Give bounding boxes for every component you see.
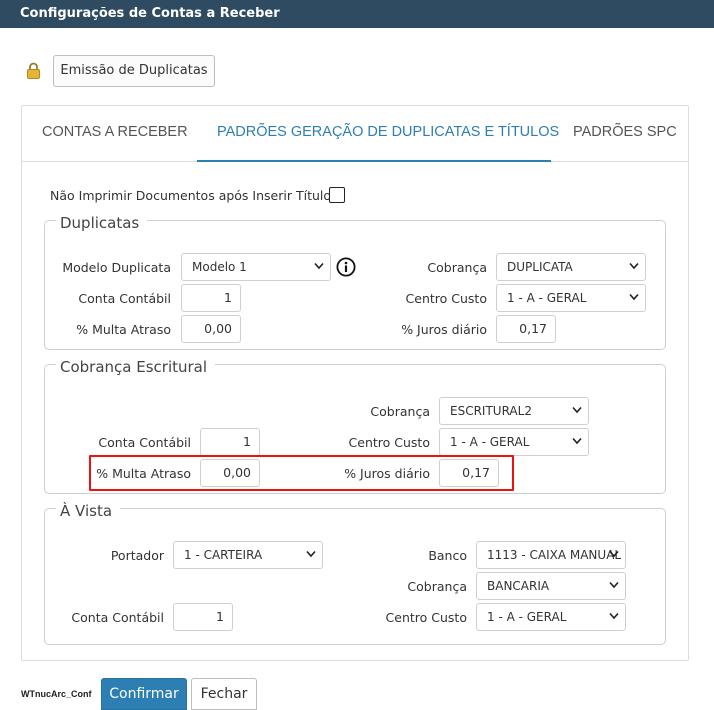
duplicatas-conta-input[interactable]: 1 — [181, 284, 241, 312]
banco-value: 1113 - CAIXA MANUAL — [487, 548, 622, 562]
escritural-conta-input[interactable]: 1 — [200, 428, 260, 456]
modelo-duplicata-select[interactable]: Modelo 1 — [181, 253, 331, 281]
chevron-down-icon — [572, 406, 582, 414]
duplicatas-conta-label: Conta Contábil — [78, 291, 171, 306]
a-vista-conta-label: Conta Contábil — [71, 610, 164, 625]
escritural-legend: Cobrança Escritural — [56, 358, 216, 376]
chevron-down-icon — [609, 550, 619, 558]
active-tab-indicator — [197, 160, 551, 162]
close-button[interactable]: Fechar — [191, 678, 257, 710]
duplicatas-centro-select[interactable]: 1 - A - GERAL — [496, 284, 646, 312]
banco-label: Banco — [428, 548, 467, 563]
a-vista-cobranca-select[interactable]: BANCARIA — [476, 572, 626, 600]
chevron-down-icon — [314, 262, 324, 270]
modelo-duplicata-value: Modelo 1 — [192, 260, 247, 274]
duplicatas-cobranca-select[interactable]: DUPLICATA — [496, 253, 646, 281]
portador-select[interactable]: 1 - CARTEIRA — [173, 541, 323, 569]
duplicatas-multa-label: % Multa Atraso — [76, 322, 171, 337]
a-vista-centro-value: 1 - A - GERAL — [487, 610, 567, 624]
duplicatas-centro-value: 1 - A - GERAL — [507, 291, 587, 305]
chevron-down-icon — [629, 293, 639, 301]
escritural-centro-value: 1 - A - GERAL — [450, 435, 530, 449]
issue-duplicates-button[interactable]: Emissão de Duplicatas — [53, 55, 215, 87]
escritural-cobranca-value: ESCRITURAL2 — [450, 404, 532, 418]
duplicatas-juros-label: % Juros diário — [401, 322, 487, 337]
portador-label: Portador — [110, 548, 164, 563]
duplicatas-cobranca-value: DUPLICATA — [507, 260, 573, 274]
form-code: WTnucArc_Conf — [21, 689, 92, 699]
a-vista-legend: À Vista — [56, 502, 121, 520]
escritural-centro-select[interactable]: 1 - A - GERAL — [439, 428, 589, 456]
a-vista-conta-input[interactable]: 1 — [173, 603, 233, 631]
escritural-centro-label: Centro Custo — [348, 435, 430, 450]
duplicatas-centro-label: Centro Custo — [405, 291, 487, 306]
tab-contas-a-receber[interactable]: CONTAS A RECEBER — [42, 124, 188, 140]
escritural-cobranca-label: Cobrança — [370, 404, 430, 419]
info-icon[interactable] — [336, 257, 356, 277]
no-print-label: Não Imprimir Documentos após Inserir Tít… — [50, 188, 332, 203]
duplicatas-juros-input[interactable]: 0,17 — [496, 315, 556, 343]
banco-select[interactable]: 1113 - CAIXA MANUAL — [476, 541, 626, 569]
tab-padroes-spc[interactable]: PADRÕES SPC — [573, 124, 677, 140]
a-vista-cobranca-value: BANCARIA — [487, 579, 550, 593]
tab-padroes-duplicatas[interactable]: PADRÕES GERAÇÃO DE DUPLICATAS E TÍTULOS — [217, 124, 559, 140]
escritural-conta-label: Conta Contábil — [98, 435, 191, 450]
duplicatas-multa-input[interactable]: 0,00 — [181, 315, 241, 343]
duplicatas-legend: Duplicatas — [56, 214, 148, 232]
highlight-box — [89, 455, 514, 491]
chevron-down-icon — [306, 550, 316, 558]
a-vista-centro-select[interactable]: 1 - A - GERAL — [476, 603, 626, 631]
chevron-down-icon — [572, 437, 582, 445]
modelo-duplicata-label: Modelo Duplicata — [62, 260, 171, 275]
chevron-down-icon — [609, 581, 619, 589]
escritural-cobranca-select[interactable]: ESCRITURAL2 — [439, 397, 589, 425]
duplicatas-cobranca-label: Cobrança — [427, 260, 487, 275]
chevron-down-icon — [609, 612, 619, 620]
a-vista-centro-label: Centro Custo — [385, 610, 467, 625]
chevron-down-icon — [629, 262, 639, 270]
no-print-checkbox[interactable] — [329, 187, 345, 203]
portador-value: 1 - CARTEIRA — [184, 548, 263, 562]
a-vista-cobranca-label: Cobrança — [407, 579, 467, 594]
confirm-button[interactable]: Confirmar — [101, 678, 187, 710]
lock-icon — [27, 62, 40, 79]
window-title: Configurações de Contas a Receber — [0, 0, 714, 28]
